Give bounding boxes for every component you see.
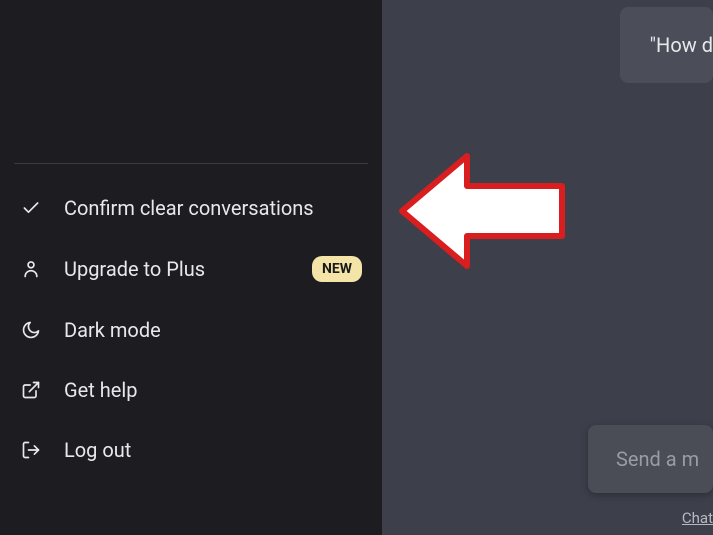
log-out-button[interactable]: Log out — [0, 420, 382, 480]
sidebar-top: Confirm clear conversations Upgrade to P… — [0, 0, 382, 535]
menu-item-label: Confirm clear conversations — [64, 196, 314, 220]
person-icon — [20, 258, 42, 280]
logout-icon — [20, 439, 42, 461]
sidebar: Confirm clear conversations Upgrade to P… — [0, 0, 382, 535]
moon-icon — [20, 319, 42, 341]
footer-text: Chat — [682, 509, 713, 527]
menu-item-label: Upgrade to Plus — [64, 257, 205, 281]
menu-item-label: Get help — [64, 378, 137, 402]
upgrade-to-plus-button[interactable]: Upgrade to Plus NEW — [0, 238, 382, 300]
footer-link[interactable]: Chat — [682, 509, 713, 527]
menu-item-label: Dark mode — [64, 318, 161, 342]
example-text: "How d — [650, 33, 713, 57]
external-link-icon — [20, 379, 42, 401]
dark-mode-button[interactable]: Dark mode — [0, 300, 382, 360]
input-placeholder: Send a m — [616, 447, 699, 471]
menu-item-label: Log out — [64, 438, 131, 462]
check-icon — [20, 197, 42, 219]
example-prompt[interactable]: "How d — [620, 7, 713, 83]
get-help-button[interactable]: Get help — [0, 360, 382, 420]
main-panel: "How d Send a m Chat — [382, 0, 713, 535]
sidebar-menu: Confirm clear conversations Upgrade to P… — [0, 164, 382, 488]
message-input[interactable]: Send a m — [588, 425, 713, 493]
confirm-clear-conversations-button[interactable]: Confirm clear conversations — [0, 178, 382, 238]
new-badge: NEW — [312, 256, 362, 282]
